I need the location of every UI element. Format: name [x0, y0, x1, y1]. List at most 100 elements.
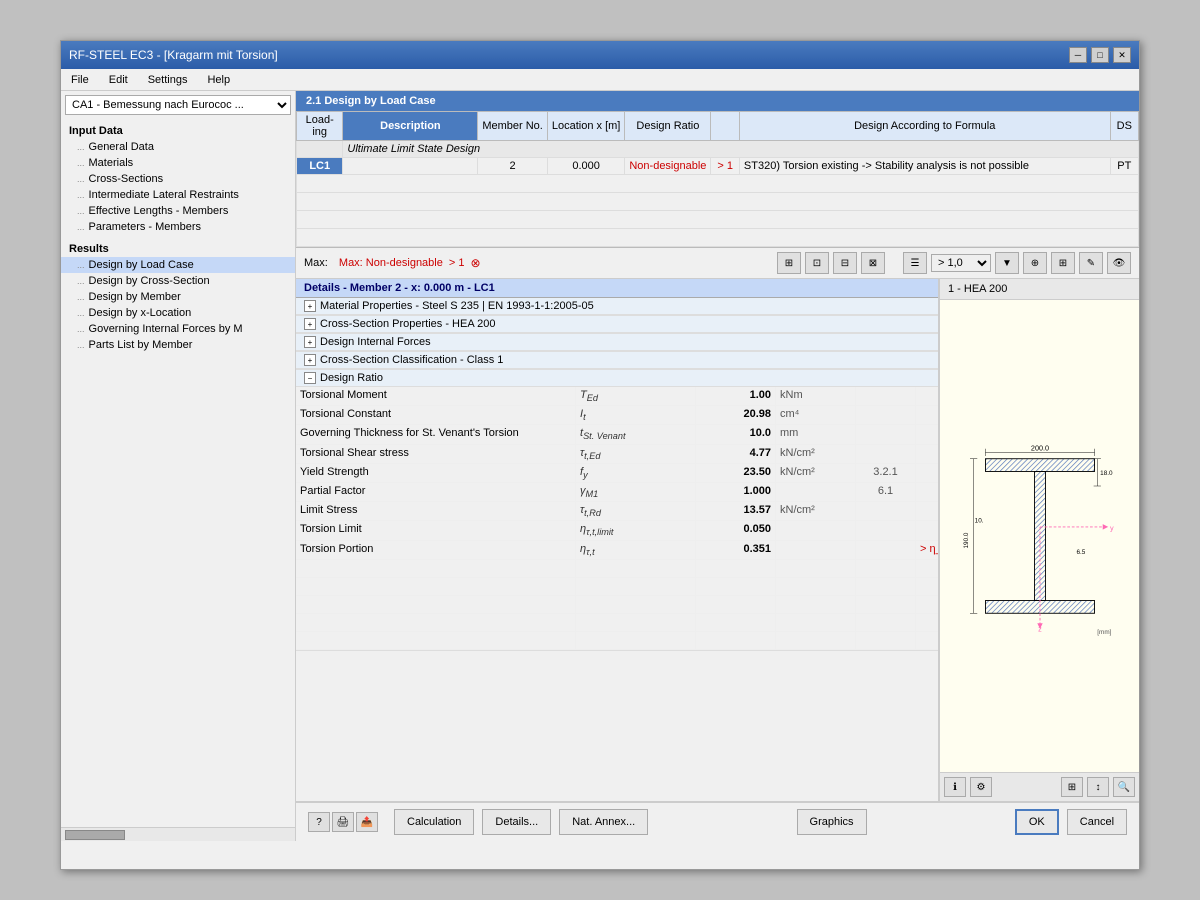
- sidebar-item-design-by-x[interactable]: Design by x-Location: [61, 305, 295, 321]
- unit-7: [776, 521, 856, 539]
- detail-row-5: Partial Factor γM1 1.000 6.1: [296, 483, 938, 502]
- max-value: Max: Non-designable: [339, 257, 443, 269]
- ref-8: [856, 541, 916, 559]
- extra-3: [916, 445, 939, 463]
- ref-1: [856, 406, 916, 424]
- minimize-button[interactable]: ─: [1069, 47, 1087, 63]
- content-area: CA1 - Bemessung nach Eurococ ... Input D…: [61, 91, 1139, 841]
- toolbar-btn-8[interactable]: ✎: [1079, 252, 1103, 274]
- sidebar-item-parameters-members[interactable]: Parameters - Members: [61, 219, 295, 235]
- table-row[interactable]: LC1 2 0.000 Non-designable > 1 ST320) To…: [297, 158, 1139, 175]
- cross-section-panel: 1 - HEA 200 200.0: [939, 279, 1139, 801]
- empty-detail-5: [296, 632, 938, 650]
- section-title: 2.1 Design by Load Case: [296, 91, 1139, 111]
- unit-1: cm⁴: [776, 406, 856, 424]
- sidebar-item-materials[interactable]: Materials: [61, 155, 295, 171]
- empty-detail-2: [296, 578, 938, 596]
- sidebar-item-design-by-member[interactable]: Design by Member: [61, 289, 295, 305]
- value-4: 23.50: [696, 464, 776, 482]
- empty-row-2: [297, 193, 1139, 211]
- menu-file[interactable]: File: [65, 72, 95, 88]
- sidebar-item-effective-lengths[interactable]: Effective Lengths - Members: [61, 203, 295, 219]
- detail-row-1: Torsional Constant It 20.98 cm⁴: [296, 406, 938, 425]
- cell-description: [343, 158, 478, 175]
- detail-row-2: Governing Thickness for St. Venant's Tor…: [296, 425, 938, 444]
- symbol-5: γM1: [576, 483, 696, 501]
- cs-info-btn[interactable]: ℹ: [944, 777, 966, 797]
- details-button[interactable]: Details...: [482, 809, 551, 835]
- menu-settings[interactable]: Settings: [142, 72, 194, 88]
- toolbar-filter[interactable]: ▼: [995, 252, 1019, 274]
- sidebar-tree: Input Data General Data Materials Cross-…: [61, 119, 295, 827]
- extra-6: [916, 502, 939, 520]
- sidebar-item-design-by-cross[interactable]: Design by Cross-Section: [61, 273, 295, 289]
- value-2: 10.0: [696, 425, 776, 443]
- section-design-row[interactable]: − Design Ratio: [296, 370, 938, 387]
- filter-select[interactable]: > 1,0: [931, 254, 991, 272]
- value-8: 0.351: [696, 541, 776, 559]
- cancel-button[interactable]: Cancel: [1067, 809, 1127, 835]
- sidebar-scrollbar-thumb: [65, 830, 125, 840]
- nat-annex-button[interactable]: Nat. Annex...: [559, 809, 648, 835]
- sidebar-item-lateral-restraints[interactable]: Intermediate Lateral Restraints: [61, 187, 295, 203]
- symbol-4: fy: [576, 464, 696, 482]
- expand-icon-cross: +: [304, 318, 316, 330]
- section-material-row[interactable]: + Material Properties - Steel S 235 | EN…: [296, 298, 938, 315]
- case-select[interactable]: CA1 - Bemessung nach Eurococ ...: [65, 95, 291, 115]
- print-btn[interactable]: 🖨: [332, 812, 354, 832]
- section-internal-forces: + Design Internal Forces: [296, 334, 938, 352]
- section-class-row[interactable]: + Cross-Section Classification - Class 1: [296, 352, 938, 369]
- extra-8: > η_τ,t,lim: [916, 541, 939, 559]
- section-forces-row[interactable]: + Design Internal Forces: [296, 334, 938, 351]
- expand-icon-design: −: [304, 372, 316, 384]
- toolbar-btn-2[interactable]: ⊡: [805, 252, 829, 274]
- col-description: Description: [343, 112, 478, 141]
- toolbar-btn-4[interactable]: ⊠: [861, 252, 885, 274]
- exceeds-label: > 1: [449, 257, 465, 269]
- section-classification: + Cross-Section Classification - Class 1: [296, 352, 938, 370]
- sidebar-item-design-by-load[interactable]: Design by Load Case: [61, 257, 295, 273]
- graphics-button[interactable]: Graphics: [797, 809, 867, 835]
- calculation-button[interactable]: Calculation: [394, 809, 474, 835]
- sidebar-scrollbar[interactable]: [61, 827, 295, 841]
- toolbar-btn-7[interactable]: ⊞: [1051, 252, 1075, 274]
- cell-exceeds: > 1: [711, 158, 740, 175]
- title-bar: RF-STEEL EC3 - [Kragarm mit Torsion] ─ □…: [61, 41, 1139, 69]
- extra-0: [916, 387, 939, 405]
- cs-rotate[interactable]: ↕: [1087, 777, 1109, 797]
- ok-button[interactable]: OK: [1015, 809, 1059, 835]
- help-icon-btn[interactable]: ?: [308, 812, 330, 832]
- symbol-1: It: [576, 406, 696, 424]
- extra-4: [916, 464, 939, 482]
- details-area: Details - Member 2 - x: 0.000 m - LC1 + …: [296, 279, 1139, 801]
- sidebar-item-cross-sections[interactable]: Cross-Sections: [61, 171, 295, 187]
- toolbar-btn-9[interactable]: 👁: [1107, 252, 1131, 274]
- symbol-2: tSt. Venant: [576, 425, 696, 443]
- section-cross-row[interactable]: + Cross-Section Properties - HEA 200: [296, 316, 938, 333]
- empty-row-1: [297, 175, 1139, 193]
- symbol-6: τt,Rd: [576, 502, 696, 520]
- toolbar-btn-3[interactable]: ⊟: [833, 252, 857, 274]
- cs-zoom-in[interactable]: 🔍: [1113, 777, 1135, 797]
- export-btn[interactable]: 📤: [356, 812, 378, 832]
- toolbar-btn-5[interactable]: ☰: [903, 252, 927, 274]
- window-controls: ─ □ ✕: [1069, 47, 1131, 63]
- label-8: Torsion Portion: [296, 541, 576, 559]
- toolbar-btn-6[interactable]: ⊕: [1023, 252, 1047, 274]
- cs-zoom-fit[interactable]: ⊞: [1061, 777, 1083, 797]
- symbol-0: TEd: [576, 387, 696, 405]
- empty-row-4: [297, 229, 1139, 247]
- sidebar-item-parts-list[interactable]: Parts List by Member: [61, 337, 295, 353]
- menu-edit[interactable]: Edit: [103, 72, 134, 88]
- section-forces-label: Design Internal Forces: [320, 336, 431, 348]
- maximize-button[interactable]: □: [1091, 47, 1109, 63]
- toolbar-btn-1[interactable]: ⊞: [777, 252, 801, 274]
- unit-8: [776, 541, 856, 559]
- cell-location: 0.000: [547, 158, 624, 175]
- sidebar-item-general-data[interactable]: General Data: [61, 139, 295, 155]
- close-button[interactable]: ✕: [1113, 47, 1131, 63]
- menu-help[interactable]: Help: [201, 72, 236, 88]
- cs-settings-btn[interactable]: ⚙: [970, 777, 992, 797]
- svg-text:y: y: [1110, 524, 1114, 533]
- sidebar-item-governing-forces[interactable]: Governing Internal Forces by M: [61, 321, 295, 337]
